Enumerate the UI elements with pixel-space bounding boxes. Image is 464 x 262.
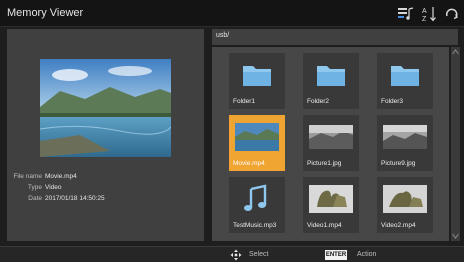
folder-icon [391,66,419,86]
svg-text:A: A [422,8,427,15]
grid-item-folder3[interactable]: Folder3 [377,53,433,109]
grid-item-video1[interactable]: Video1.mp4 [303,177,359,233]
enter-key-badge: ENTER [325,250,347,260]
image-thumbnail [383,125,427,149]
grid-item-folder2[interactable]: Folder2 [303,53,359,109]
type-row: Type Video [9,184,62,191]
grid-item-picture9[interactable]: Picture9.jpg [377,115,433,171]
chevron-down-icon[interactable] [452,233,459,239]
item-label: Video1.mp4 [307,222,342,229]
file-name-value: Movie.mp4 [45,173,77,180]
type-value: Video [45,184,62,191]
repeat-icon[interactable] [443,5,461,23]
file-info-panel: File name Movie.mp4 Type Video Date 2017/01… [7,29,204,241]
video-thumbnail [383,185,427,213]
sort-az-icon[interactable]: A Z [421,5,439,23]
folder-icon [317,66,345,86]
title-bar: Memory Viewer A Z [0,0,464,27]
item-label: Folder2 [307,98,330,105]
item-label: Folder3 [381,98,404,105]
music-note-icon [244,184,267,211]
date-row: Date 2017/01/18 14:50:25 [9,195,105,202]
svg-text:Z: Z [422,16,427,23]
item-label: Picture9.jpg [381,160,416,167]
path-bar: usb/ [212,29,458,45]
footer-bar: Select ENTER Action [0,246,464,262]
grid-item-picture1[interactable]: Picture1.jpg [303,115,359,171]
grid-item-video2[interactable]: Video2.mp4 [377,177,433,233]
playlist-music-icon[interactable] [397,5,415,23]
item-label: TestMusic.mp3 [233,222,277,229]
folder-icon [243,66,271,86]
app-title: Memory Viewer [7,7,84,19]
item-label: Folder1 [233,98,256,105]
scrollbar[interactable] [451,47,460,241]
date-value: 2017/01/18 14:50:25 [45,195,105,202]
item-label: Movie.mp4 [233,160,265,167]
chevron-up-icon[interactable] [452,49,459,55]
grid-item-movie[interactable]: Movie.mp4 [229,115,285,171]
item-label: Video2.mp4 [381,222,416,229]
current-path: usb/ [216,32,230,39]
date-label: Date [28,195,42,202]
grid-item-testmusic[interactable]: TestMusic.mp3 [229,177,285,233]
file-grid: Folder1 Folder2 Folder3 Movie.mp4 Pictur… [212,47,449,241]
grid-item-folder1[interactable]: Folder1 [229,53,285,109]
image-thumbnail [309,125,353,149]
video-thumbnail [309,185,353,213]
video-thumbnail [235,123,279,151]
type-label: Type [27,184,42,191]
preview-thumbnail [40,59,171,157]
action-hint: Action [357,251,377,258]
select-hint: Select [249,251,269,258]
file-name-label: File name [13,173,42,180]
file-name-row: File name Movie.mp4 [9,173,77,180]
item-label: Picture1.jpg [307,160,342,167]
dpad-icon [230,249,242,261]
